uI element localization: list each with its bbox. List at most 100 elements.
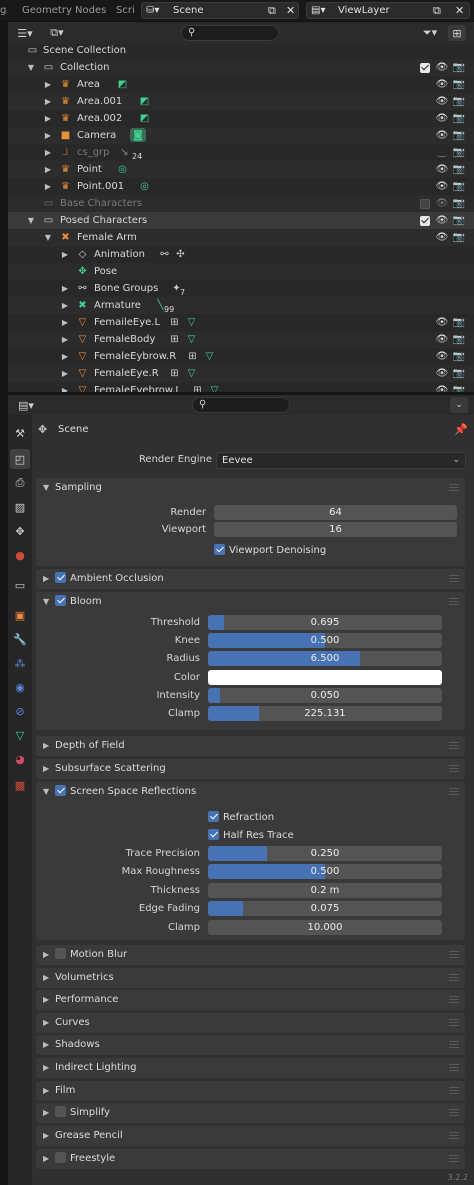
exclude-checkbox[interactable] <box>418 212 432 229</box>
pin-icon[interactable]: 📌 <box>454 423 468 436</box>
outliner-row-area-002[interactable]: ▶ ♛ Area.002 ◩ 👁 📷 <box>8 110 474 127</box>
knee-slider[interactable]: 0.500 <box>208 633 442 648</box>
outliner-row-collection[interactable]: ▼ ▭ Collection 👁 📷 <box>8 59 474 76</box>
performance-panel[interactable]: ▶ Performance <box>36 990 465 1010</box>
outliner-row-point-001[interactable]: ▶ ♛ Point.001 ◎ 👁 📷 <box>8 178 474 195</box>
expand-arrow-icon[interactable]: ▶ <box>60 365 70 382</box>
expand-arrow-icon[interactable]: ▶ <box>60 348 70 365</box>
modifiers-icon[interactable]: ⊞ <box>186 350 199 363</box>
light-data-icon[interactable]: ◩ <box>138 95 151 108</box>
copy-scene-icon[interactable]: ⧉ <box>268 3 276 18</box>
mesh-data-icon[interactable]: ▽ <box>185 367 198 380</box>
grease-pencil-panel[interactable]: ▶ Grease Pencil <box>36 1126 465 1146</box>
collapse-arrow-icon[interactable]: ▼ <box>26 212 36 229</box>
ssr-panel-header[interactable]: ▼ Screen Space Reflections <box>36 782 465 802</box>
drag-grip-icon[interactable] <box>449 1109 459 1117</box>
indirect-lighting-panel[interactable]: ▶ Indirect Lighting <box>36 1058 465 1078</box>
physics-tab-icon[interactable]: ◉ <box>10 677 30 697</box>
drag-grip-icon[interactable] <box>449 765 459 773</box>
outliner-row-cs-grp[interactable]: ▶ ⅃ cs_grp ↘ 24 ‿ 📷 <box>8 144 474 161</box>
mesh-data-icon[interactable]: ▽ <box>203 350 216 363</box>
render-camera-icon[interactable]: 📷 <box>452 331 466 348</box>
freestyle-checkbox[interactable]: Freestyle <box>55 1149 115 1169</box>
render-samples-field[interactable]: 64 <box>214 505 457 520</box>
subsurface-scattering-panel[interactable]: ▶ Subsurface Scattering <box>36 759 465 779</box>
ssr-checkbox[interactable]: Screen Space Reflections <box>55 782 196 802</box>
eye-icon[interactable]: 👁 <box>435 76 449 93</box>
outliner-search-input[interactable]: ⚲ <box>181 25 279 41</box>
drivers-icon[interactable]: ✣ <box>174 248 187 261</box>
mesh-data-icon[interactable]: ▽ <box>185 333 198 346</box>
render-camera-icon[interactable]: 📷 <box>452 161 466 178</box>
drag-grip-icon[interactable] <box>449 788 459 796</box>
eye-icon[interactable]: 👁 <box>435 110 449 127</box>
drag-grip-icon[interactable] <box>449 996 459 1004</box>
refraction-checkbox[interactable]: Refraction <box>208 811 274 824</box>
data-tab-icon[interactable]: ▽ <box>10 725 30 745</box>
mesh-data-icon[interactable]: ▽ <box>208 384 221 392</box>
drag-grip-icon[interactable] <box>449 1064 459 1072</box>
drag-grip-icon[interactable] <box>449 1132 459 1140</box>
sampling-panel-header[interactable]: ▼ Sampling <box>36 478 465 498</box>
view-layer-selector[interactable]: ▤▾ ViewLayer ⧉ ✕ <box>306 2 470 19</box>
expand-arrow-icon[interactable]: ▶ <box>43 144 53 161</box>
expand-arrow-icon[interactable]: ▶ <box>43 93 53 110</box>
outliner-row-pose[interactable]: ✥ Pose <box>8 263 474 280</box>
copy-view-layer-icon[interactable]: ⧉ <box>433 3 441 18</box>
eye-icon[interactable]: 👁 <box>435 59 449 76</box>
expand-arrow-icon[interactable]: ▶ <box>43 76 53 93</box>
eye-hidden-icon[interactable]: ‿ <box>435 144 449 161</box>
properties-search-input[interactable]: ⚲ <box>192 397 290 413</box>
ambient-occlusion-panel[interactable]: ▶ Ambient Occlusion <box>36 569 465 589</box>
drag-grip-icon[interactable] <box>449 575 459 583</box>
expand-arrow-icon[interactable]: ▶ <box>60 246 70 263</box>
expand-arrow-icon[interactable]: ▶ <box>60 297 70 314</box>
eye-icon[interactable]: 👁 <box>435 195 449 212</box>
material-tab-icon[interactable]: ◕ <box>10 749 30 769</box>
modifiers-icon[interactable]: ⊞ <box>191 384 204 392</box>
modifiers-tab-icon[interactable]: 🔧 <box>10 629 30 649</box>
modifiers-icon[interactable]: ⊞ <box>168 316 181 329</box>
render-camera-icon[interactable]: 📷 <box>452 144 466 161</box>
modifiers-icon[interactable]: ⊞ <box>168 333 181 346</box>
drag-grip-icon[interactable] <box>449 598 459 606</box>
bloom-panel-header[interactable]: ▼ Bloom <box>36 592 465 612</box>
simplify-panel[interactable]: ▶ Simplify <box>36 1103 465 1123</box>
thickness-field[interactable]: 0.2 m <box>208 883 442 898</box>
render-camera-icon[interactable]: 📷 <box>452 127 466 144</box>
outliner-row-female-arm[interactable]: ▼ ✖ Female Arm 👁 📷 <box>8 229 474 246</box>
render-camera-icon[interactable]: 📷 <box>452 365 466 382</box>
outliner-row-armature[interactable]: ▶ ✖ Armature ╲ 99 <box>8 297 474 314</box>
expand-arrow-icon[interactable]: ▶ <box>43 161 53 178</box>
display-mode-icon[interactable]: ☰▾ <box>14 25 36 41</box>
eye-icon[interactable]: 👁 <box>435 348 449 365</box>
shadows-panel[interactable]: ▶ Shadows <box>36 1035 465 1055</box>
action-icon[interactable]: ⚯ <box>158 248 171 261</box>
light-data-icon[interactable]: ◩ <box>116 78 129 91</box>
exclude-checkbox[interactable] <box>418 59 432 76</box>
workspace-tab-scripting[interactable]: Scri <box>116 0 135 22</box>
expand-arrow-icon[interactable]: ▶ <box>60 314 70 331</box>
collapse-arrow-icon[interactable]: ▼ <box>26 59 36 76</box>
outliner-row-femaleeye-r[interactable]: ▶ ▽ FemaleEye.R ⊞ ▽ 👁 📷 <box>8 365 474 382</box>
freestyle-panel[interactable]: ▶ Freestyle <box>36 1149 465 1169</box>
outliner-row-animation[interactable]: ▶ ◇ Animation ⚯ ✣ <box>8 246 474 263</box>
render-camera-icon[interactable]: 📷 <box>452 93 466 110</box>
outliner-row-femalebody[interactable]: ▶ ▽ FemaleBody ⊞ ▽ 👁 📷 <box>8 331 474 348</box>
eye-icon[interactable]: 👁 <box>435 178 449 195</box>
edge-fading-slider[interactable]: 0.075 <box>208 901 442 916</box>
expand-arrow-icon[interactable]: ▶ <box>60 331 70 348</box>
drag-grip-icon[interactable] <box>449 742 459 750</box>
texture-tab-icon[interactable]: ▩ <box>10 775 30 795</box>
world-tab-icon[interactable]: ● <box>10 545 30 565</box>
render-engine-dropdown[interactable]: Eevee ⌄ <box>216 452 466 469</box>
clamp-slider[interactable]: 225.131 <box>208 706 442 721</box>
tool-tab-icon[interactable]: ⚒ <box>10 423 30 443</box>
eye-icon[interactable]: 👁 <box>435 331 449 348</box>
eye-icon[interactable]: 👁 <box>435 161 449 178</box>
render-camera-icon[interactable]: 📷 <box>452 110 466 127</box>
depth-of-field-panel[interactable]: ▶ Depth of Field <box>36 736 465 756</box>
drag-grip-icon[interactable] <box>449 1019 459 1027</box>
collection-tab-icon[interactable]: ▭ <box>10 575 30 595</box>
constraints-tab-icon[interactable]: ⊘ <box>10 701 30 721</box>
